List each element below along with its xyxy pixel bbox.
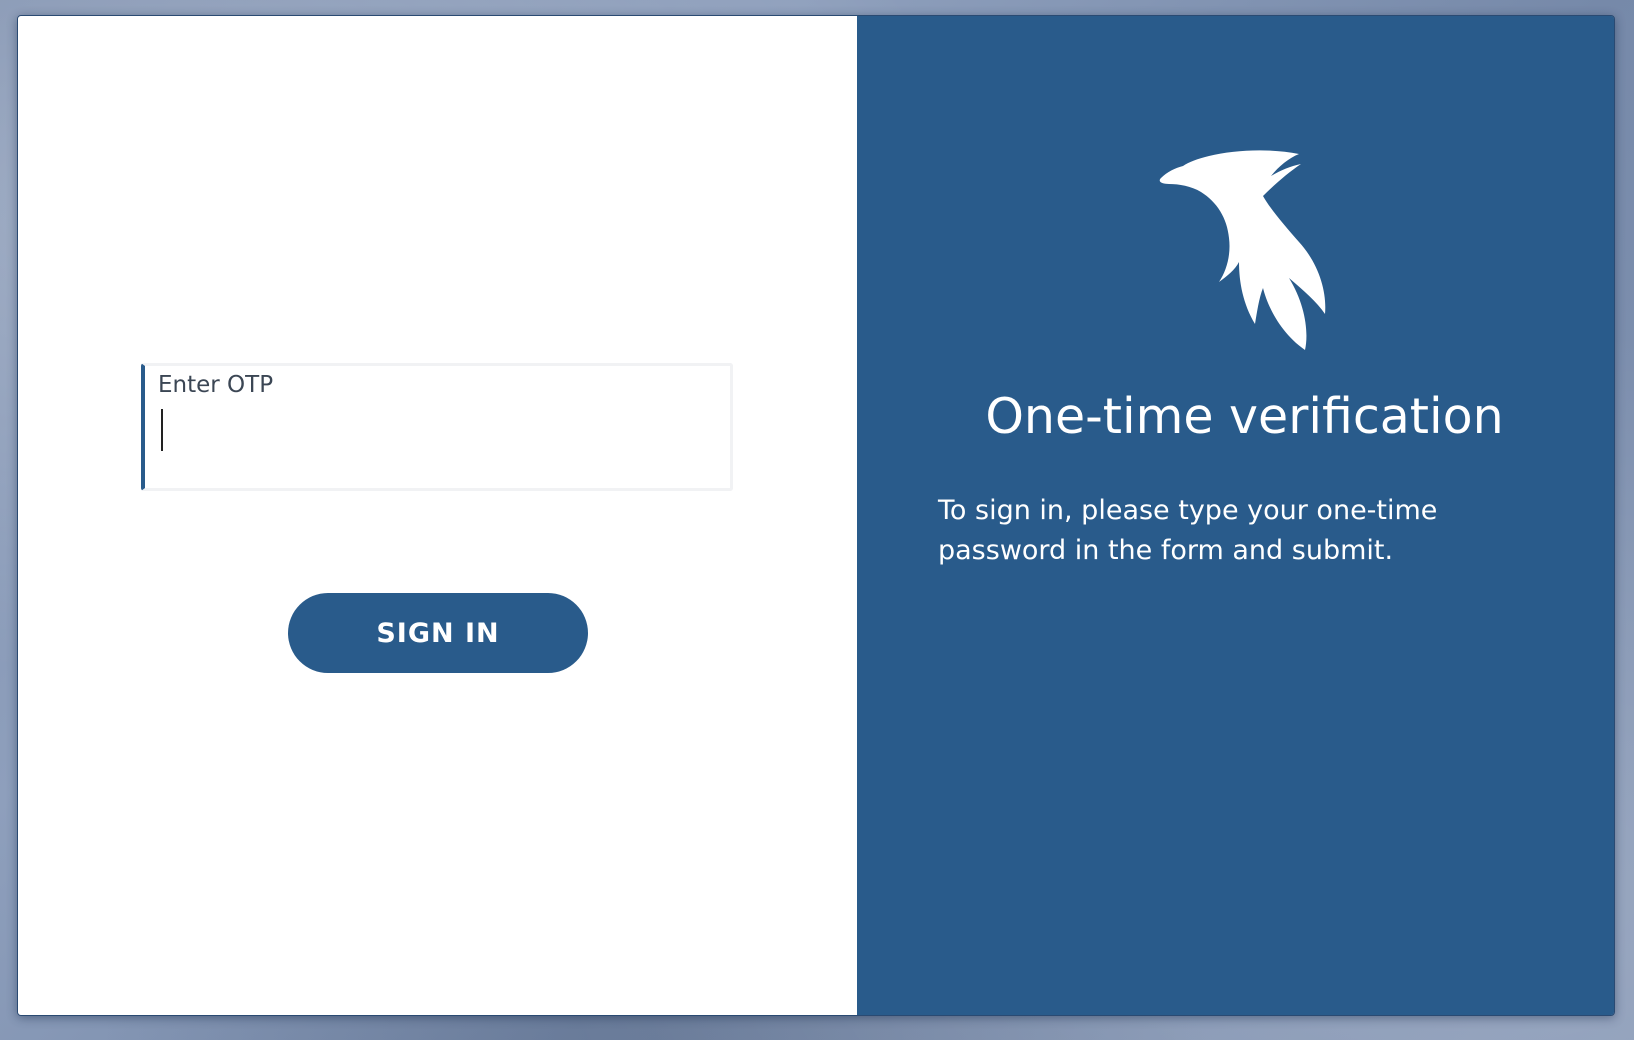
form-panel: Enter OTP SIGN IN	[18, 16, 857, 1015]
page-title: One-time verification	[985, 388, 1504, 445]
otp-input[interactable]	[158, 406, 718, 456]
otp-dialog: Enter OTP SIGN IN One-time verification …	[17, 15, 1615, 1016]
phoenix-bird-icon	[1159, 150, 1326, 350]
info-panel: One-time verification To sign in, please…	[857, 16, 1614, 1015]
otp-field[interactable]: Enter OTP	[141, 363, 733, 491]
otp-label: Enter OTP	[158, 372, 274, 398]
text-caret	[161, 409, 163, 451]
sign-in-button[interactable]: SIGN IN	[288, 593, 588, 673]
instructions-text: To sign in, please type your one-time pa…	[938, 495, 1438, 566]
